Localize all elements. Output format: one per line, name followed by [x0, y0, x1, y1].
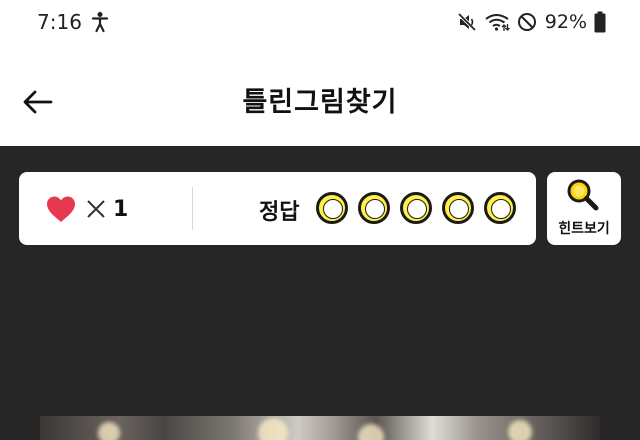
times-icon	[87, 200, 105, 218]
game-area: 1 정답 힌트보기	[0, 146, 640, 440]
score-panel: 1 정답	[19, 172, 536, 245]
page-title: 틀린그림찾기	[242, 87, 398, 118]
answer-slot	[442, 192, 474, 224]
bokeh-light	[358, 424, 384, 440]
puzzle-image[interactable]	[40, 416, 600, 440]
bokeh-light	[258, 418, 288, 440]
mute-icon	[457, 12, 477, 32]
panel-divider	[192, 187, 193, 230]
answer-slot	[358, 192, 390, 224]
answer-slots	[316, 192, 516, 224]
bokeh-light	[98, 422, 120, 440]
accessibility-icon	[91, 12, 109, 33]
wifi-icon	[485, 14, 510, 31]
hint-button[interactable]: 힌트보기	[547, 172, 621, 245]
lives-count: 1	[113, 196, 129, 222]
hint-label: 힌트보기	[558, 221, 610, 237]
answer-slot	[484, 192, 516, 224]
status-bar: 7:16 92%	[0, 0, 640, 44]
battery-icon	[594, 11, 606, 33]
lives-indicator: 1	[45, 194, 128, 224]
answer-label: 정답	[259, 200, 300, 225]
bokeh-light	[508, 420, 532, 440]
app-header: 틀린그림찾기	[0, 44, 640, 146]
do-not-disturb-icon	[517, 13, 536, 31]
status-time: 7:16	[37, 10, 82, 34]
magnifier-icon	[567, 179, 599, 211]
status-icons: 92%	[457, 11, 606, 33]
heart-icon	[47, 196, 75, 222]
answer-slot	[400, 192, 432, 224]
battery-percent: 92%	[544, 11, 587, 33]
answer-slot	[316, 192, 348, 224]
